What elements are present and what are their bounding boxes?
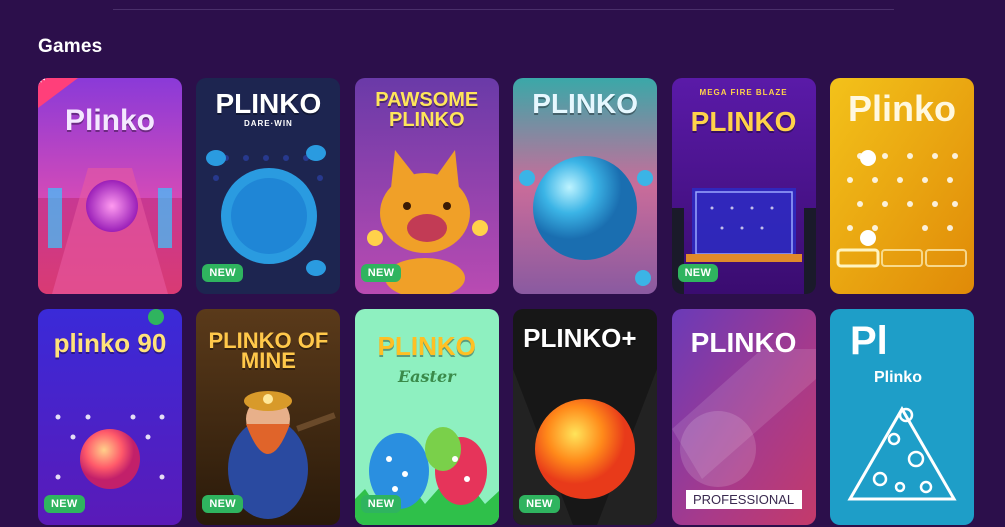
game-tile-plinko-professional[interactable]: PLINKO PROFESSIONAL (671, 309, 816, 525)
game-title: Pl (849, 319, 888, 363)
game-title: PLINKO (215, 88, 322, 119)
section-divider (113, 9, 894, 10)
game-tile-pawsome-plinko[interactable]: PAWSOME PLINKO NEW (354, 78, 499, 294)
game-tile-plinko-90[interactable]: plinko 90 NEW (38, 309, 182, 525)
section-title: Games (38, 36, 103, 57)
game-tile-plinko-plus[interactable]: PLINKO+ NEW (513, 309, 658, 525)
new-badge: NEW (677, 264, 719, 282)
new-badge: NEW (519, 495, 560, 513)
game-title: PLINKO (690, 106, 797, 137)
games-grid: Plinko EXCLUSIVE PLINKO DARE·WIN NEW (38, 78, 974, 525)
game-title: PLINKO (690, 327, 797, 358)
game-tile-pl-plinko[interactable]: Pl Plinko (829, 309, 974, 525)
game-tile-plinko-of-mine[interactable]: PLINKO OF MINE NEW (196, 309, 341, 525)
game-title: Plinko (64, 104, 155, 137)
new-badge: NEW (202, 264, 243, 282)
game-subtitle: PROFESSIONAL (685, 490, 802, 509)
game-title: plinko 90 (53, 328, 167, 358)
game-title: PAWSOME PLINKO (375, 89, 479, 131)
game-title: Plinko (847, 88, 956, 129)
new-badge: NEW (360, 264, 402, 282)
game-tile-plinko-ball[interactable]: PLINKO (513, 78, 658, 294)
new-badge: NEW (360, 495, 402, 513)
game-subtitle: Easter (397, 367, 456, 386)
new-badge: NEW (202, 495, 243, 513)
game-subtitle: MEGA FIRE BLAZE (699, 88, 788, 97)
game-title: PLINKO OF MINE (208, 328, 329, 373)
game-tile-plinko-easter[interactable]: PLINKO Easter NEW (354, 309, 499, 525)
new-badge: NEW (44, 495, 85, 513)
game-title: PLINKO (377, 331, 476, 361)
game-title: PLINKO (532, 88, 639, 119)
game-subtitle: Plinko (873, 369, 922, 386)
game-tile-plinko-gold[interactable]: Plinko (829, 78, 974, 294)
game-title: PLINKO+ (523, 323, 637, 353)
game-subtitle: DARE·WIN (243, 119, 293, 128)
game-tile-mega-fire-blaze-plinko[interactable]: MEGA FIRE BLAZE PLINKO NEW (671, 78, 816, 294)
game-tile-plinko-exclusive[interactable]: Plinko EXCLUSIVE (38, 78, 182, 294)
game-tile-plinko-dare-win[interactable]: PLINKO DARE·WIN NEW (196, 78, 341, 294)
